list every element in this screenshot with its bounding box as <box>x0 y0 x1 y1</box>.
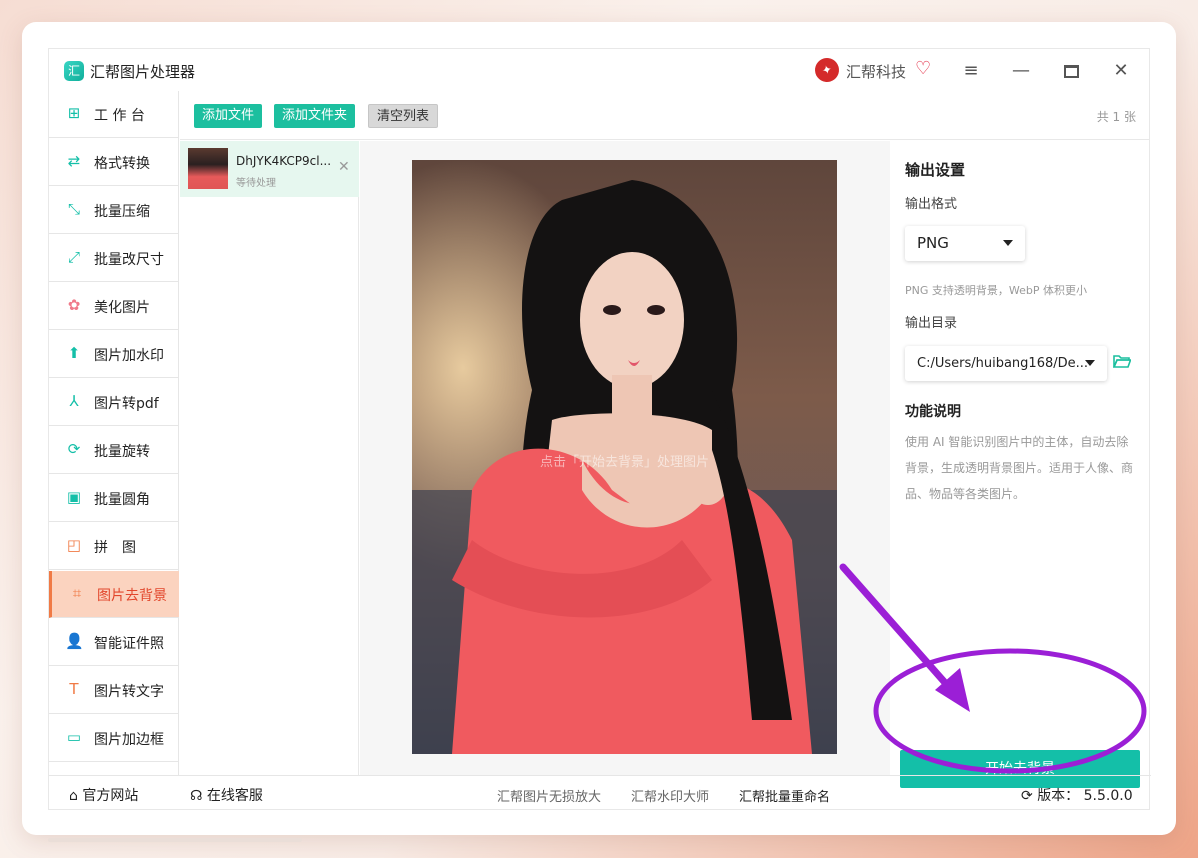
sidebar-item[interactable]: ⇄ 格式转换 <box>49 139 179 186</box>
file-thumbnail <box>188 148 228 189</box>
minimize-icon[interactable]: — <box>1007 57 1035 85</box>
close-icon[interactable]: ✕ <box>1107 57 1135 85</box>
sidebar-item-label: 图片转文字 <box>94 684 164 700</box>
dir-value: C:/Users/huibang168/De... <box>917 356 1089 371</box>
desc-text: 使用 AI 智能识别图片中的主体，自动去除背景，生成透明背景图片。适用于人像、商… <box>905 435 1134 501</box>
sidebar-item[interactable]: ◰ 拼 图 <box>49 523 179 570</box>
format-note: PNG 支持透明背景，WebP 体积更小 <box>905 284 1087 297</box>
chevron-down-icon <box>1085 360 1095 366</box>
file-count: 共 1 张 <box>1096 110 1136 124</box>
pdf-icon: ⅄ <box>69 392 79 410</box>
clear-list-button[interactable]: 清空列表 <box>368 104 439 128</box>
sidebar-item[interactable]: ▣ 批量圆角 <box>49 475 179 522</box>
title-bar: 汇 汇帮图片处理器 ✦ 汇帮科技 ♡ ≡ — ✕ <box>49 49 1151 91</box>
sidebar-item-label: 工 作 台 <box>94 108 145 124</box>
text-icon: T <box>69 680 79 698</box>
sidebar-item-label: 格式转换 <box>94 156 150 172</box>
sidebar-item[interactable]: ⤡ 批量压缩 <box>49 187 179 234</box>
add-file-button[interactable]: 添加文件 <box>194 104 263 128</box>
output-dir-select[interactable]: C:/Users/huibang168/De... <box>905 346 1107 381</box>
vip-heart-icon[interactable]: ♡ <box>915 58 931 79</box>
app-logo-icon: 汇 <box>64 61 84 81</box>
compress-icon: ⤡ <box>67 200 80 218</box>
collage-icon: ◰ <box>66 536 82 554</box>
sidebar-item[interactable]: ✿ 美化图片 <box>49 283 179 330</box>
dir-label: 输出目录 <box>905 316 958 331</box>
menu-icon[interactable]: ≡ <box>957 57 985 85</box>
card-shadow <box>48 838 302 842</box>
crop-icon: ⌗ <box>72 584 82 602</box>
refresh-icon[interactable]: ⟳ <box>1021 788 1033 804</box>
app-title: 汇帮图片处理器 <box>90 63 196 81</box>
preview-area: 点击「开始去背景」处理图片 <box>360 141 890 775</box>
settings-panel: 输出设置 输出格式 PNG PNG 支持透明背景，WebP 体积更小 输出目录 … <box>891 141 1150 788</box>
sidebar-item[interactable]: ▭ 图片加边框 <box>49 715 179 762</box>
sidebar-item-label: 批量旋转 <box>94 444 150 460</box>
brand-name[interactable]: 汇帮科技 <box>846 61 906 82</box>
beautify-icon: ✿ <box>67 296 81 314</box>
sidebar-item-label: 批量压缩 <box>94 204 150 220</box>
bottom-bar: ⌂ 官方网站 ☊ 在线客服 汇帮图片无损放大 汇帮水印大师 汇帮批量重命名 ⟳ … <box>49 775 1151 811</box>
workbench-icon: ⊞ <box>67 104 81 122</box>
upscale-link[interactable]: 汇帮图片无损放大 <box>497 786 601 805</box>
sidebar-item-label: 拼 图 <box>94 540 136 556</box>
sidebar-item-label: 美化图片 <box>94 300 150 316</box>
maximize-icon[interactable] <box>1057 57 1085 85</box>
version-label: 版本： 5.5.0.0 <box>1037 788 1133 804</box>
list-item[interactable]: DhJYK4KCP9cl... 等待处理 ✕ <box>180 141 359 197</box>
add-folder-button[interactable]: 添加文件夹 <box>274 104 356 128</box>
sidebar-item[interactable]: ⅄ 图片转pdf <box>49 379 179 426</box>
file-list: DhJYK4KCP9cl... 等待处理 ✕ <box>180 141 359 775</box>
sidebar-item-label: 图片去背景 <box>97 588 167 604</box>
sidebar: ⊞ 工 作 台 ⇄ 格式转换 ⤡ 批量压缩 ⤢ 批量改尺寸 ✿ 美化图片 ⬆ 图片加水印 ⅄ 图片转pdf… <box>49 91 179 775</box>
chevron-down-icon <box>1003 240 1013 246</box>
toolbar: 添加文件 添加文件夹 清空列表 共 1 张 <box>180 91 1150 140</box>
preview-image: 点击「开始去背景」处理图片 <box>412 160 837 754</box>
resize-icon: ⤢ <box>67 248 80 266</box>
sidebar-item[interactable]: ⟳ 批量旋转 <box>49 427 179 474</box>
preview-hint: 点击「开始去背景」处理图片 <box>539 455 709 470</box>
headset-icon: ☊ <box>190 788 203 804</box>
sidebar-item[interactable]: ⌗ 图片去背景 <box>49 571 179 618</box>
format-label: 输出格式 <box>905 197 958 212</box>
sidebar-item-label: 图片加水印 <box>94 348 164 364</box>
sidebar-item[interactable]: T 图片转文字 <box>49 667 179 714</box>
service-label: 在线客服 <box>206 788 263 804</box>
website-label: 官方网站 <box>82 788 139 804</box>
brand-logo-icon: ✦ <box>812 55 842 85</box>
watermark-icon: ⬆ <box>67 344 81 362</box>
home-icon: ⌂ <box>69 788 78 804</box>
rotate-icon: ⟳ <box>67 440 81 458</box>
round-corner-icon: ▣ <box>66 488 82 506</box>
settings-title: 输出设置 <box>905 161 966 179</box>
sidebar-item-label: 图片转pdf <box>94 396 159 412</box>
folder-open-icon[interactable] <box>1113 354 1131 368</box>
desc-title: 功能说明 <box>905 404 961 420</box>
sidebar-item[interactable]: ⊞ 工 作 台 <box>49 91 179 138</box>
sidebar-item-label: 批量改尺寸 <box>94 252 164 268</box>
sidebar-item[interactable]: 👤 智能证件照 <box>49 619 179 666</box>
sidebar-item[interactable]: ⬆ 图片加水印 <box>49 331 179 378</box>
id-photo-icon: 👤 <box>65 632 84 650</box>
watermark-master-link[interactable]: 汇帮水印大师 <box>631 786 709 805</box>
service-link[interactable]: ☊ 在线客服 <box>190 785 263 805</box>
sidebar-item[interactable]: ⤢ 批量改尺寸 <box>49 235 179 282</box>
format-select[interactable]: PNG <box>905 226 1025 261</box>
format-convert-icon: ⇄ <box>67 152 81 170</box>
remove-file-icon[interactable]: ✕ <box>338 159 350 175</box>
sidebar-item-label: 智能证件照 <box>94 636 164 652</box>
sidebar-item-label: 图片加边框 <box>94 732 164 748</box>
app-window: 汇 汇帮图片处理器 ✦ 汇帮科技 ♡ ≡ — ✕ ⊞ 工 作 台 ⇄ 格式转换 ⤡ 批量压… <box>48 48 1151 811</box>
batch-rename-link[interactable]: 汇帮批量重命名 <box>739 786 830 805</box>
version-info: ⟳ 版本： 5.5.0.0 <box>1021 785 1133 805</box>
format-value: PNG <box>917 234 949 252</box>
file-name: DhJYK4KCP9cl... <box>236 154 331 168</box>
website-link[interactable]: ⌂ 官方网站 <box>69 785 138 805</box>
sidebar-item-label: 批量圆角 <box>94 492 150 508</box>
border-icon: ▭ <box>66 728 82 746</box>
file-status: 等待处理 <box>236 178 276 189</box>
